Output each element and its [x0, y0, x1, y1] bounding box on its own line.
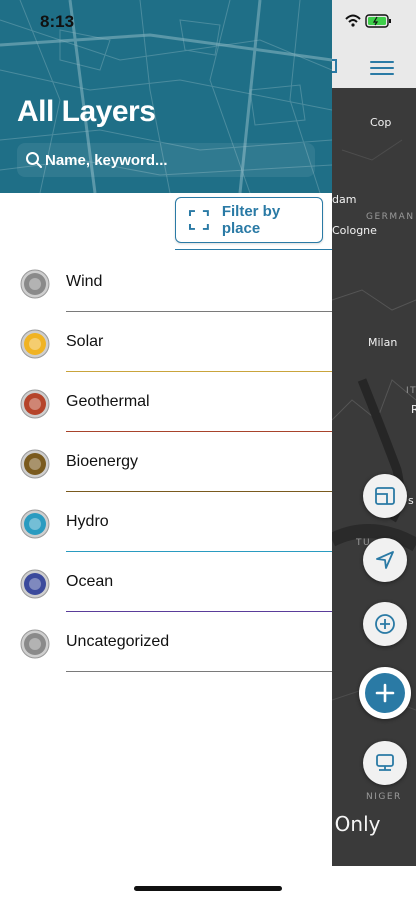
menu-bar [370, 73, 394, 75]
map-label-milan: Milan [368, 336, 398, 349]
layer-item[interactable]: Uncategorized [0, 615, 332, 675]
search-box[interactable] [17, 143, 315, 177]
search-input[interactable] [45, 148, 305, 172]
layer-divider [66, 311, 332, 312]
map-footer-text: e Only [332, 812, 381, 836]
layer-item[interactable]: Hydro [0, 495, 332, 555]
page-title: All Layers [17, 95, 156, 128]
filter-by-place-button[interactable]: Filter by place [175, 197, 323, 243]
layer-label: Ocean [66, 573, 114, 590]
layer-label: Wind [66, 273, 103, 290]
layer-item[interactable]: Geothermal [0, 375, 332, 435]
layers-view-button[interactable] [363, 474, 407, 518]
layer-item[interactable]: Ocean [0, 555, 332, 615]
locate-button[interactable] [363, 538, 407, 582]
layer-label: Bioenergy [66, 453, 139, 470]
layer-divider [66, 671, 332, 672]
add-button[interactable] [359, 667, 411, 719]
plus-circle-icon [375, 614, 395, 634]
zoom-in-button[interactable] [363, 602, 407, 646]
map-bottom-strip [332, 866, 416, 900]
layer-label: Solar [66, 333, 104, 350]
monitor-icon [376, 754, 394, 771]
menu-button[interactable] [370, 58, 394, 76]
filter-divider [175, 249, 332, 250]
layer-divider [66, 611, 332, 612]
menu-bar [370, 67, 394, 69]
layer-label: Hydro [66, 513, 109, 530]
water-drop-icon [20, 509, 50, 539]
layer-divider [66, 491, 332, 492]
status-time: 8:13 [40, 12, 75, 31]
menu-bar [370, 61, 394, 63]
layer-item[interactable]: Bioenergy [0, 435, 332, 495]
layer-divider [66, 551, 332, 552]
map-label-germany: GERMAN [366, 212, 415, 222]
navigation-arrow-icon [376, 551, 394, 569]
display-button[interactable] [363, 741, 407, 785]
layer-divider [66, 371, 332, 372]
layer-item[interactable]: Wind [0, 255, 332, 315]
map-label-cop: Cop [370, 116, 392, 129]
layer-label: Uncategorized [66, 633, 170, 650]
layers-drawer: 8:13 All Layers Filter by place Wind Sola… [0, 0, 332, 900]
drawer-header: 8:13 All Layers [0, 0, 332, 193]
wind-icon [20, 269, 50, 299]
layout-icon [375, 487, 395, 505]
home-indicator [134, 886, 282, 891]
volcano-icon [20, 389, 50, 419]
map-label-r: R [411, 403, 416, 416]
wave-icon [20, 569, 50, 599]
map-view[interactable]: Cop dam GERMAN Cologne Milan IT R s TU N… [332, 0, 416, 900]
map-label-niger: NIGER [366, 792, 402, 802]
map-label-s: s [408, 494, 414, 507]
expand-icon [332, 59, 337, 73]
map-label-dam: dam [332, 193, 357, 206]
focus-frame-icon [188, 210, 209, 230]
sun-icon [20, 329, 50, 359]
add-button-inner [365, 673, 405, 713]
layer-item[interactable]: Solar [0, 315, 332, 375]
status-icons [345, 14, 391, 28]
leaf-drop-icon [20, 449, 50, 479]
question-globe-icon [20, 629, 50, 659]
search-icon [26, 152, 42, 168]
plus-icon [375, 683, 395, 703]
map-label-cologne: Cologne [332, 224, 377, 237]
layer-divider [66, 431, 332, 432]
filter-by-place-label: Filter by place [221, 203, 281, 237]
layer-label: Geothermal [66, 393, 150, 410]
wifi-icon [345, 14, 361, 20]
map-label-it: IT [406, 386, 416, 396]
